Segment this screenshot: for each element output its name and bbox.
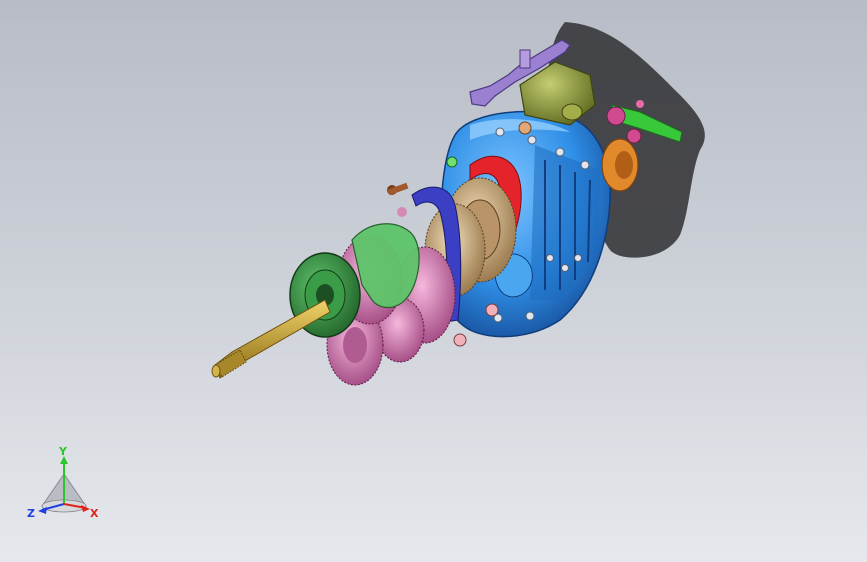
z-axis-label: Z	[27, 507, 35, 520]
rear-cover[interactable]	[601, 138, 639, 192]
input-shaft[interactable]	[211, 299, 331, 379]
model-viewport[interactable]	[0, 0, 867, 562]
orientation-triad[interactable]: Y X Z	[20, 444, 110, 526]
x-axis-label: X	[90, 507, 99, 520]
y-axis-label: Y	[58, 445, 68, 458]
